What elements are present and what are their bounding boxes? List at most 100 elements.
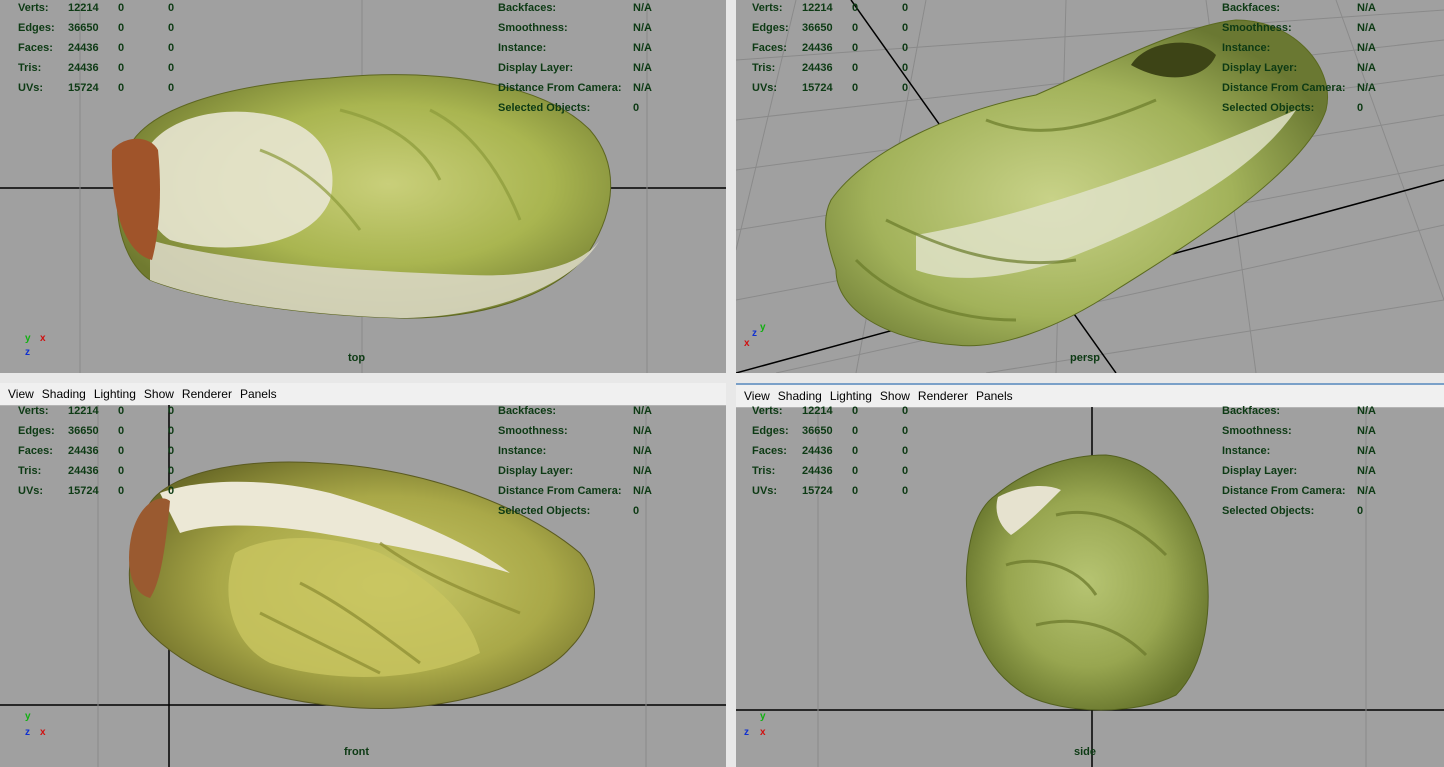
- hud-stat-total: 24436: [68, 42, 99, 54]
- axis-label-b: z: [744, 727, 749, 738]
- hud-stat-triangles: 0: [168, 2, 175, 14]
- front-scene: [0, 405, 726, 767]
- hud-stat-label: Edges:: [752, 425, 789, 437]
- panel-divider-vertical[interactable]: [726, 0, 736, 767]
- hud-info-label: Instance:: [498, 445, 547, 457]
- hud-info-label: Smoothness:: [1222, 425, 1292, 437]
- hud-info-value: N/A: [633, 405, 652, 417]
- hud-info-label: Selected Objects:: [1222, 505, 1315, 517]
- axis-label-b: x: [40, 333, 46, 344]
- hud-stat-total: 36650: [802, 22, 833, 34]
- hud-stat-label: Verts:: [18, 2, 49, 14]
- hud-stat-label: Edges:: [18, 425, 55, 437]
- cabbage-model: [965, 454, 1209, 711]
- hud-stat-total: 24436: [68, 445, 99, 457]
- hud-stat-total: 36650: [802, 425, 833, 437]
- axis-label-c: z: [752, 328, 757, 339]
- viewport-side[interactable]: View Shading Lighting Show Renderer Pane…: [736, 383, 1444, 767]
- axis-label-a: y: [25, 333, 31, 344]
- hud-stat-triangles: 0: [168, 82, 175, 94]
- hud-stat-total: 15724: [68, 485, 99, 497]
- hud-stat-selected: 0: [852, 405, 859, 417]
- viewport-persp[interactable]: Verts: 12214 0 0 Edges: 36650 0 0 Faces: 24436 0 0 T…: [736, 0, 1444, 373]
- hud-info-label: Distance From Camera:: [498, 485, 622, 497]
- hud-stat-selected: 0: [852, 485, 859, 497]
- hud-stat-triangles: 0: [902, 485, 909, 497]
- hud-stat-label: Edges:: [752, 22, 789, 34]
- hud-info-value: 0: [633, 505, 640, 517]
- camera-label: persp: [1070, 352, 1100, 364]
- axis-label-a: y: [25, 711, 31, 722]
- hud-stat-total: 24436: [802, 445, 833, 457]
- hud-stat-selected: 0: [852, 445, 859, 457]
- hud-stat-total: 24436: [802, 465, 833, 477]
- hud-info-value: 0: [1357, 102, 1364, 114]
- hud-info-value: N/A: [1357, 405, 1376, 417]
- hud-info-value: N/A: [633, 22, 652, 34]
- hud-stat-label: Verts:: [752, 405, 783, 417]
- hud-info-label: Smoothness:: [498, 22, 568, 34]
- hud-stat-selected: 0: [852, 82, 859, 94]
- hud-stat-total: 12214: [802, 2, 833, 14]
- hud-stat-triangles: 0: [168, 62, 175, 74]
- hud-stat-selected: 0: [118, 62, 125, 74]
- hud-info-value: N/A: [1357, 42, 1376, 54]
- hud-stat-label: UVs:: [18, 82, 44, 94]
- hud-stat-label: Verts:: [752, 2, 783, 14]
- hud-info-value: N/A: [1357, 62, 1376, 74]
- hud-stat-triangles: 0: [168, 42, 175, 54]
- hud-info-value: N/A: [633, 445, 652, 457]
- hud-stat-total: 24436: [68, 465, 99, 477]
- hud-info-label: Backfaces:: [498, 405, 557, 417]
- hud-info-label: Selected Objects:: [1222, 102, 1315, 114]
- hud-stat-triangles: 0: [902, 62, 909, 74]
- hud-stat-label: Tris:: [752, 62, 776, 74]
- hud-info-value: 0: [1357, 505, 1364, 517]
- hud-stat-total: 12214: [68, 405, 99, 417]
- hud-info-value: N/A: [633, 2, 652, 14]
- hud-info-value: 0: [633, 102, 640, 114]
- hud-stat-selected: 0: [118, 425, 125, 437]
- hud-stat-total: 36650: [68, 425, 99, 437]
- hud-stat-triangles: 0: [902, 405, 909, 417]
- viewport-top[interactable]: Verts: 12214 0 0 Edges: 36650 0 0 Faces: 24436 0 0 T…: [0, 0, 726, 373]
- hud-stat-total: 24436: [802, 42, 833, 54]
- hud-stat-triangles: 0: [168, 405, 175, 417]
- axis-label-b: x: [744, 338, 750, 349]
- viewport-front[interactable]: View Shading Lighting Show Renderer Pane…: [0, 383, 726, 767]
- hud-stat-selected: 0: [118, 2, 125, 14]
- hud-info-label: Distance From Camera:: [1222, 485, 1346, 497]
- hud-stat-selected: 0: [852, 42, 859, 54]
- hud-stat-total: 15724: [68, 82, 99, 94]
- hud-stat-triangles: 0: [902, 2, 909, 14]
- hud-info-value: N/A: [633, 82, 652, 94]
- hud-info-value: N/A: [633, 62, 652, 74]
- hud-stat-label: UVs:: [752, 82, 778, 94]
- hud-stat-triangles: 0: [168, 22, 175, 34]
- hud-info-label: Display Layer:: [498, 465, 574, 477]
- axis-label-c: z: [25, 727, 30, 738]
- hud-info-value: N/A: [633, 42, 652, 54]
- hud-stat-triangles: 0: [902, 425, 909, 437]
- axis-label-a: y: [760, 711, 766, 722]
- hud-stat-selected: 0: [852, 22, 859, 34]
- panel-divider-horizontal[interactable]: [0, 373, 1444, 383]
- hud-stat-total: 24436: [68, 62, 99, 74]
- hud-info-label: Instance:: [1222, 42, 1271, 54]
- hud-stat-label: Tris:: [18, 465, 42, 477]
- hud-stat-selected: 0: [118, 22, 125, 34]
- hud-stat-selected: 0: [118, 465, 125, 477]
- hud-info-label: Display Layer:: [498, 62, 574, 74]
- hud-info-label: Display Layer:: [1222, 465, 1298, 477]
- hud-stat-label: Tris:: [18, 62, 42, 74]
- hud-stat-label: UVs:: [18, 485, 44, 497]
- hud-stat-selected: 0: [852, 425, 859, 437]
- hud-info-value: N/A: [1357, 2, 1376, 14]
- hud-stat-total: 15724: [802, 82, 833, 94]
- side-scene: [736, 407, 1444, 767]
- hud-stat-label: Faces:: [752, 42, 787, 54]
- hud-stat-total: 12214: [68, 2, 99, 14]
- hud-stat-selected: 0: [118, 405, 125, 417]
- hud-info-value: N/A: [1357, 82, 1376, 94]
- hud-stat-triangles: 0: [902, 445, 909, 457]
